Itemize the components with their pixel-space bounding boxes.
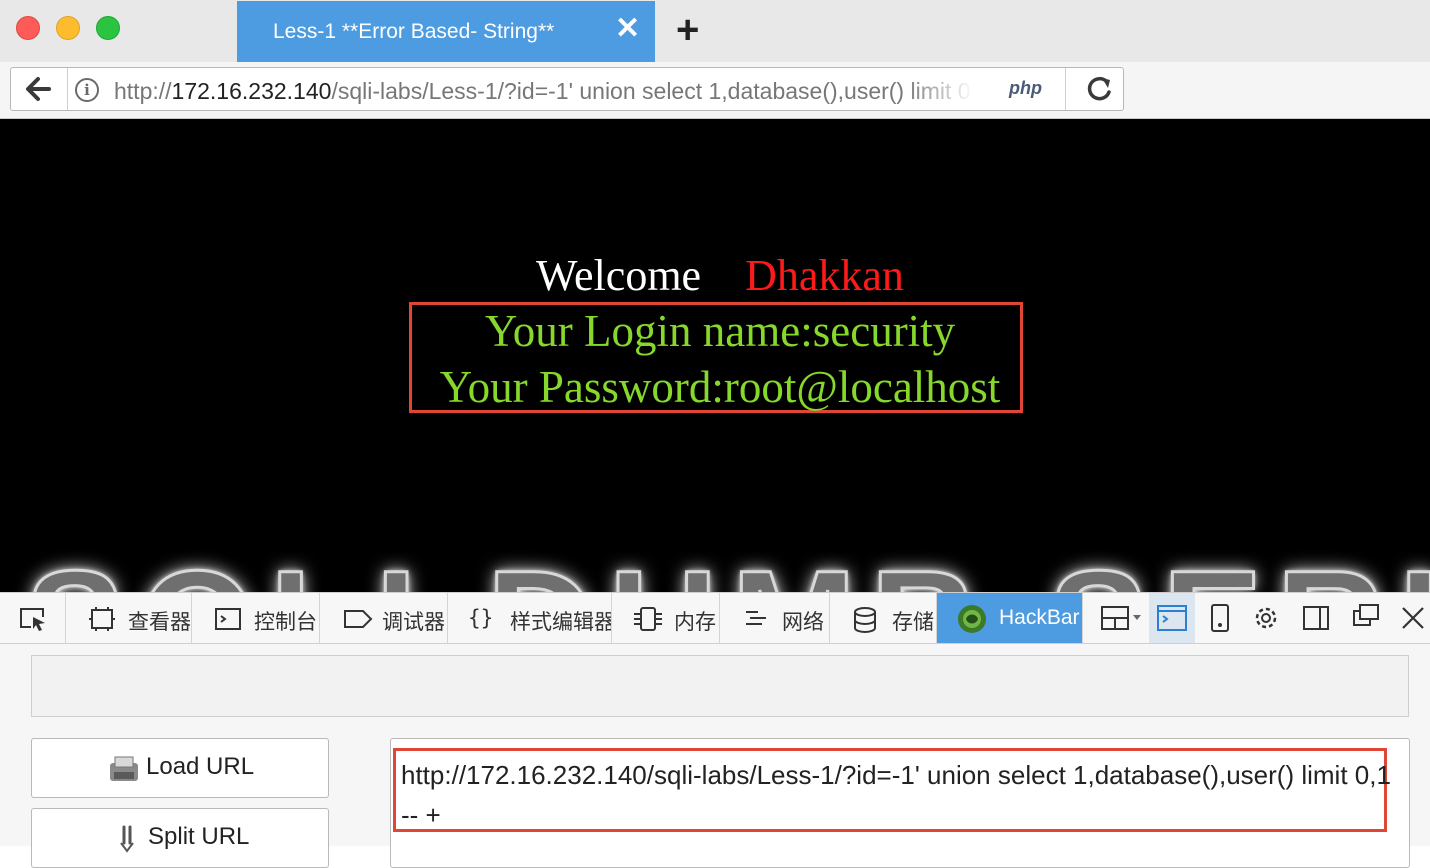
back-button[interactable]	[11, 68, 68, 110]
url-host: 172.16.232.140	[171, 78, 332, 104]
browser-tab-active[interactable]: Less-1 **Error Based- String** ✕	[237, 1, 655, 62]
tab-debugger-label: 调试器	[382, 611, 445, 634]
hackbar-icon	[958, 605, 986, 633]
reload-icon	[1087, 76, 1111, 101]
load-url-icon	[110, 756, 138, 781]
split-console-button[interactable]	[1149, 593, 1195, 643]
memory-icon	[634, 607, 662, 631]
debugger-icon	[344, 610, 373, 628]
login-name-text: Your Login name:security	[484, 306, 956, 356]
split-console-icon	[1157, 605, 1187, 631]
window-minimize-button[interactable]	[56, 16, 80, 40]
window-maximize-button[interactable]	[96, 16, 120, 40]
undock-window-icon[interactable]	[1346, 593, 1386, 643]
devtools-toolbar: 查看器 控制台 调试器 {} 样式编辑器 内存 网络 存储 HackBar	[0, 592, 1430, 644]
tab-network[interactable]: 网络	[720, 593, 830, 643]
storage-icon	[854, 607, 876, 633]
site-info-icon[interactable]: i	[75, 78, 99, 102]
element-picker-button[interactable]	[0, 593, 66, 643]
tab-style-editor-label: 样式编辑器	[510, 611, 612, 634]
tab-debugger[interactable]: 调试器	[320, 593, 448, 643]
tab-network-label: 网络	[782, 611, 824, 634]
responsive-design-icon[interactable]	[1200, 593, 1240, 643]
page-content: Welcome Dhakkan Your Login name:security …	[0, 119, 1430, 592]
split-url-label: Split URL	[148, 823, 250, 850]
tab-close-icon[interactable]: ✕	[615, 14, 640, 44]
navigation-toolbar: i http://172.16.232.140/sqli-labs/Less-1…	[0, 62, 1430, 168]
hackbar-url-textarea[interactable]: http://172.16.232.140/sqli-labs/Less-1/?…	[390, 738, 1410, 868]
hackbar-url-text[interactable]: http://172.16.232.140/sqli-labs/Less-1/?…	[401, 755, 1391, 835]
url-text[interactable]: http://172.16.232.140/sqli-labs/Less-1/?…	[114, 78, 974, 105]
settings-gear-icon[interactable]	[1246, 593, 1286, 643]
welcome-line: Welcome Dhakkan	[0, 250, 1430, 301]
element-picker-icon	[20, 608, 45, 631]
tab-console[interactable]: 控制台	[192, 593, 320, 643]
style-editor-icon: {}	[468, 606, 494, 630]
split-url-icon	[120, 825, 134, 853]
split-url-button[interactable]: Split URL	[31, 808, 329, 868]
url-path: /sqli-labs/Less-1/?id=-1' union select 1…	[331, 78, 974, 104]
welcome-name: Dhakkan	[745, 251, 904, 300]
new-tab-button[interactable]: +	[676, 10, 699, 50]
back-arrow-icon	[26, 77, 51, 101]
address-bar[interactable]: i http://172.16.232.140/sqli-labs/Less-1…	[10, 67, 1124, 111]
console-icon	[215, 608, 241, 630]
url-separator	[1065, 68, 1066, 110]
tab-memory-label: 内存	[674, 611, 716, 634]
hackbar-panel: Load URL Split URL http://172.16.232.140…	[0, 644, 1430, 868]
dock-side-icon[interactable]	[1296, 593, 1336, 643]
layout-dropdown-icon[interactable]	[1098, 593, 1148, 643]
url-prefix: http://	[114, 78, 172, 104]
php-badge: php	[1009, 78, 1042, 98]
tab-memory[interactable]: 内存	[612, 593, 720, 643]
inspector-icon	[89, 607, 115, 631]
tab-inspector-label: 查看器	[128, 611, 191, 634]
hackbar-toolbar-area	[31, 655, 1409, 717]
welcome-text: Welcome	[536, 251, 702, 300]
tab-hackbar[interactable]: HackBar	[937, 593, 1083, 643]
close-devtools-icon[interactable]	[1396, 593, 1430, 643]
tab-console-label: 控制台	[254, 611, 317, 634]
load-url-label: Load URL	[146, 753, 255, 780]
load-url-button[interactable]: Load URL	[31, 738, 329, 798]
tab-inspector[interactable]: 查看器	[66, 593, 192, 643]
tab-storage[interactable]: 存储	[830, 593, 937, 643]
tab-storage-label: 存储	[892, 611, 934, 634]
sqli-banner-image: SQLI DUMB SERIES	[24, 537, 1430, 593]
network-icon	[746, 611, 766, 625]
tab-hackbar-label: HackBar	[999, 606, 1080, 629]
tab-style-editor[interactable]: {} 样式编辑器	[448, 593, 612, 643]
window-close-button[interactable]	[16, 16, 40, 40]
window-titlebar: Less-1 **Error Based- String** ✕ +	[0, 0, 1430, 62]
password-text: Your Password:root@localhost	[439, 362, 1001, 412]
reload-button[interactable]	[1075, 68, 1123, 110]
tab-title: Less-1 **Error Based- String**	[273, 20, 555, 43]
